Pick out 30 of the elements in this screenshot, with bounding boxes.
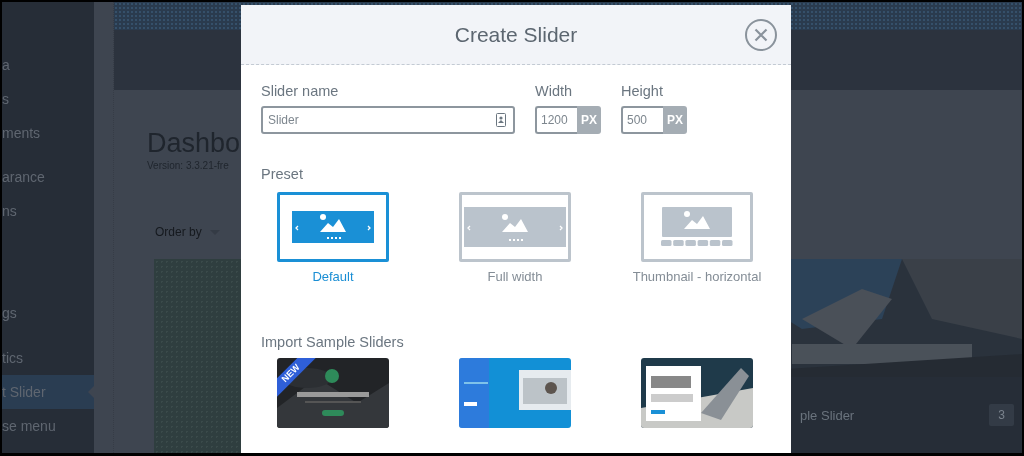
sidebar-item[interactable]: ns — [2, 194, 94, 228]
close-button[interactable] — [744, 18, 778, 52]
slide-count: 3 — [989, 404, 1014, 426]
slider-title: ple Slider — [800, 407, 855, 423]
field-label: Height — [621, 83, 664, 99]
preset-option[interactable] — [277, 192, 389, 262]
field-label: Slider name — [261, 83, 340, 99]
sidebar-item[interactable]: arance — [2, 160, 94, 194]
sidebar-item[interactable]: tics — [2, 341, 94, 375]
sidebar-item[interactable]: se menu — [2, 409, 94, 443]
sidebar-item[interactable]: s — [2, 82, 94, 116]
preset-option[interactable] — [459, 192, 571, 262]
unit-label: PX — [663, 106, 687, 134]
preset-option[interactable] — [641, 192, 753, 262]
preset-label: Full width — [487, 269, 543, 284]
size-field[interactable]: 500 — [621, 106, 663, 134]
contact-card-icon — [496, 113, 506, 127]
sidebar-item[interactable]: ments — [2, 116, 94, 150]
section-heading: Preset — [261, 166, 304, 182]
size-field[interactable]: 1200 — [535, 106, 577, 134]
dialog-title: Create Slider — [454, 22, 578, 47]
sidebar-item[interactable]: a — [2, 48, 94, 82]
preset-label: Default — [312, 269, 354, 284]
field-label: Width — [535, 83, 574, 99]
slider-name-field[interactable]: Slider — [261, 106, 515, 134]
preset-label: Thumbnail - horizontal — [632, 269, 762, 284]
sidebar-item[interactable]: gs — [2, 296, 94, 330]
unit-label: PX — [577, 106, 601, 134]
section-heading: Import Sample Sliders — [261, 334, 405, 350]
slider-preset-drawing — [661, 207, 733, 247]
